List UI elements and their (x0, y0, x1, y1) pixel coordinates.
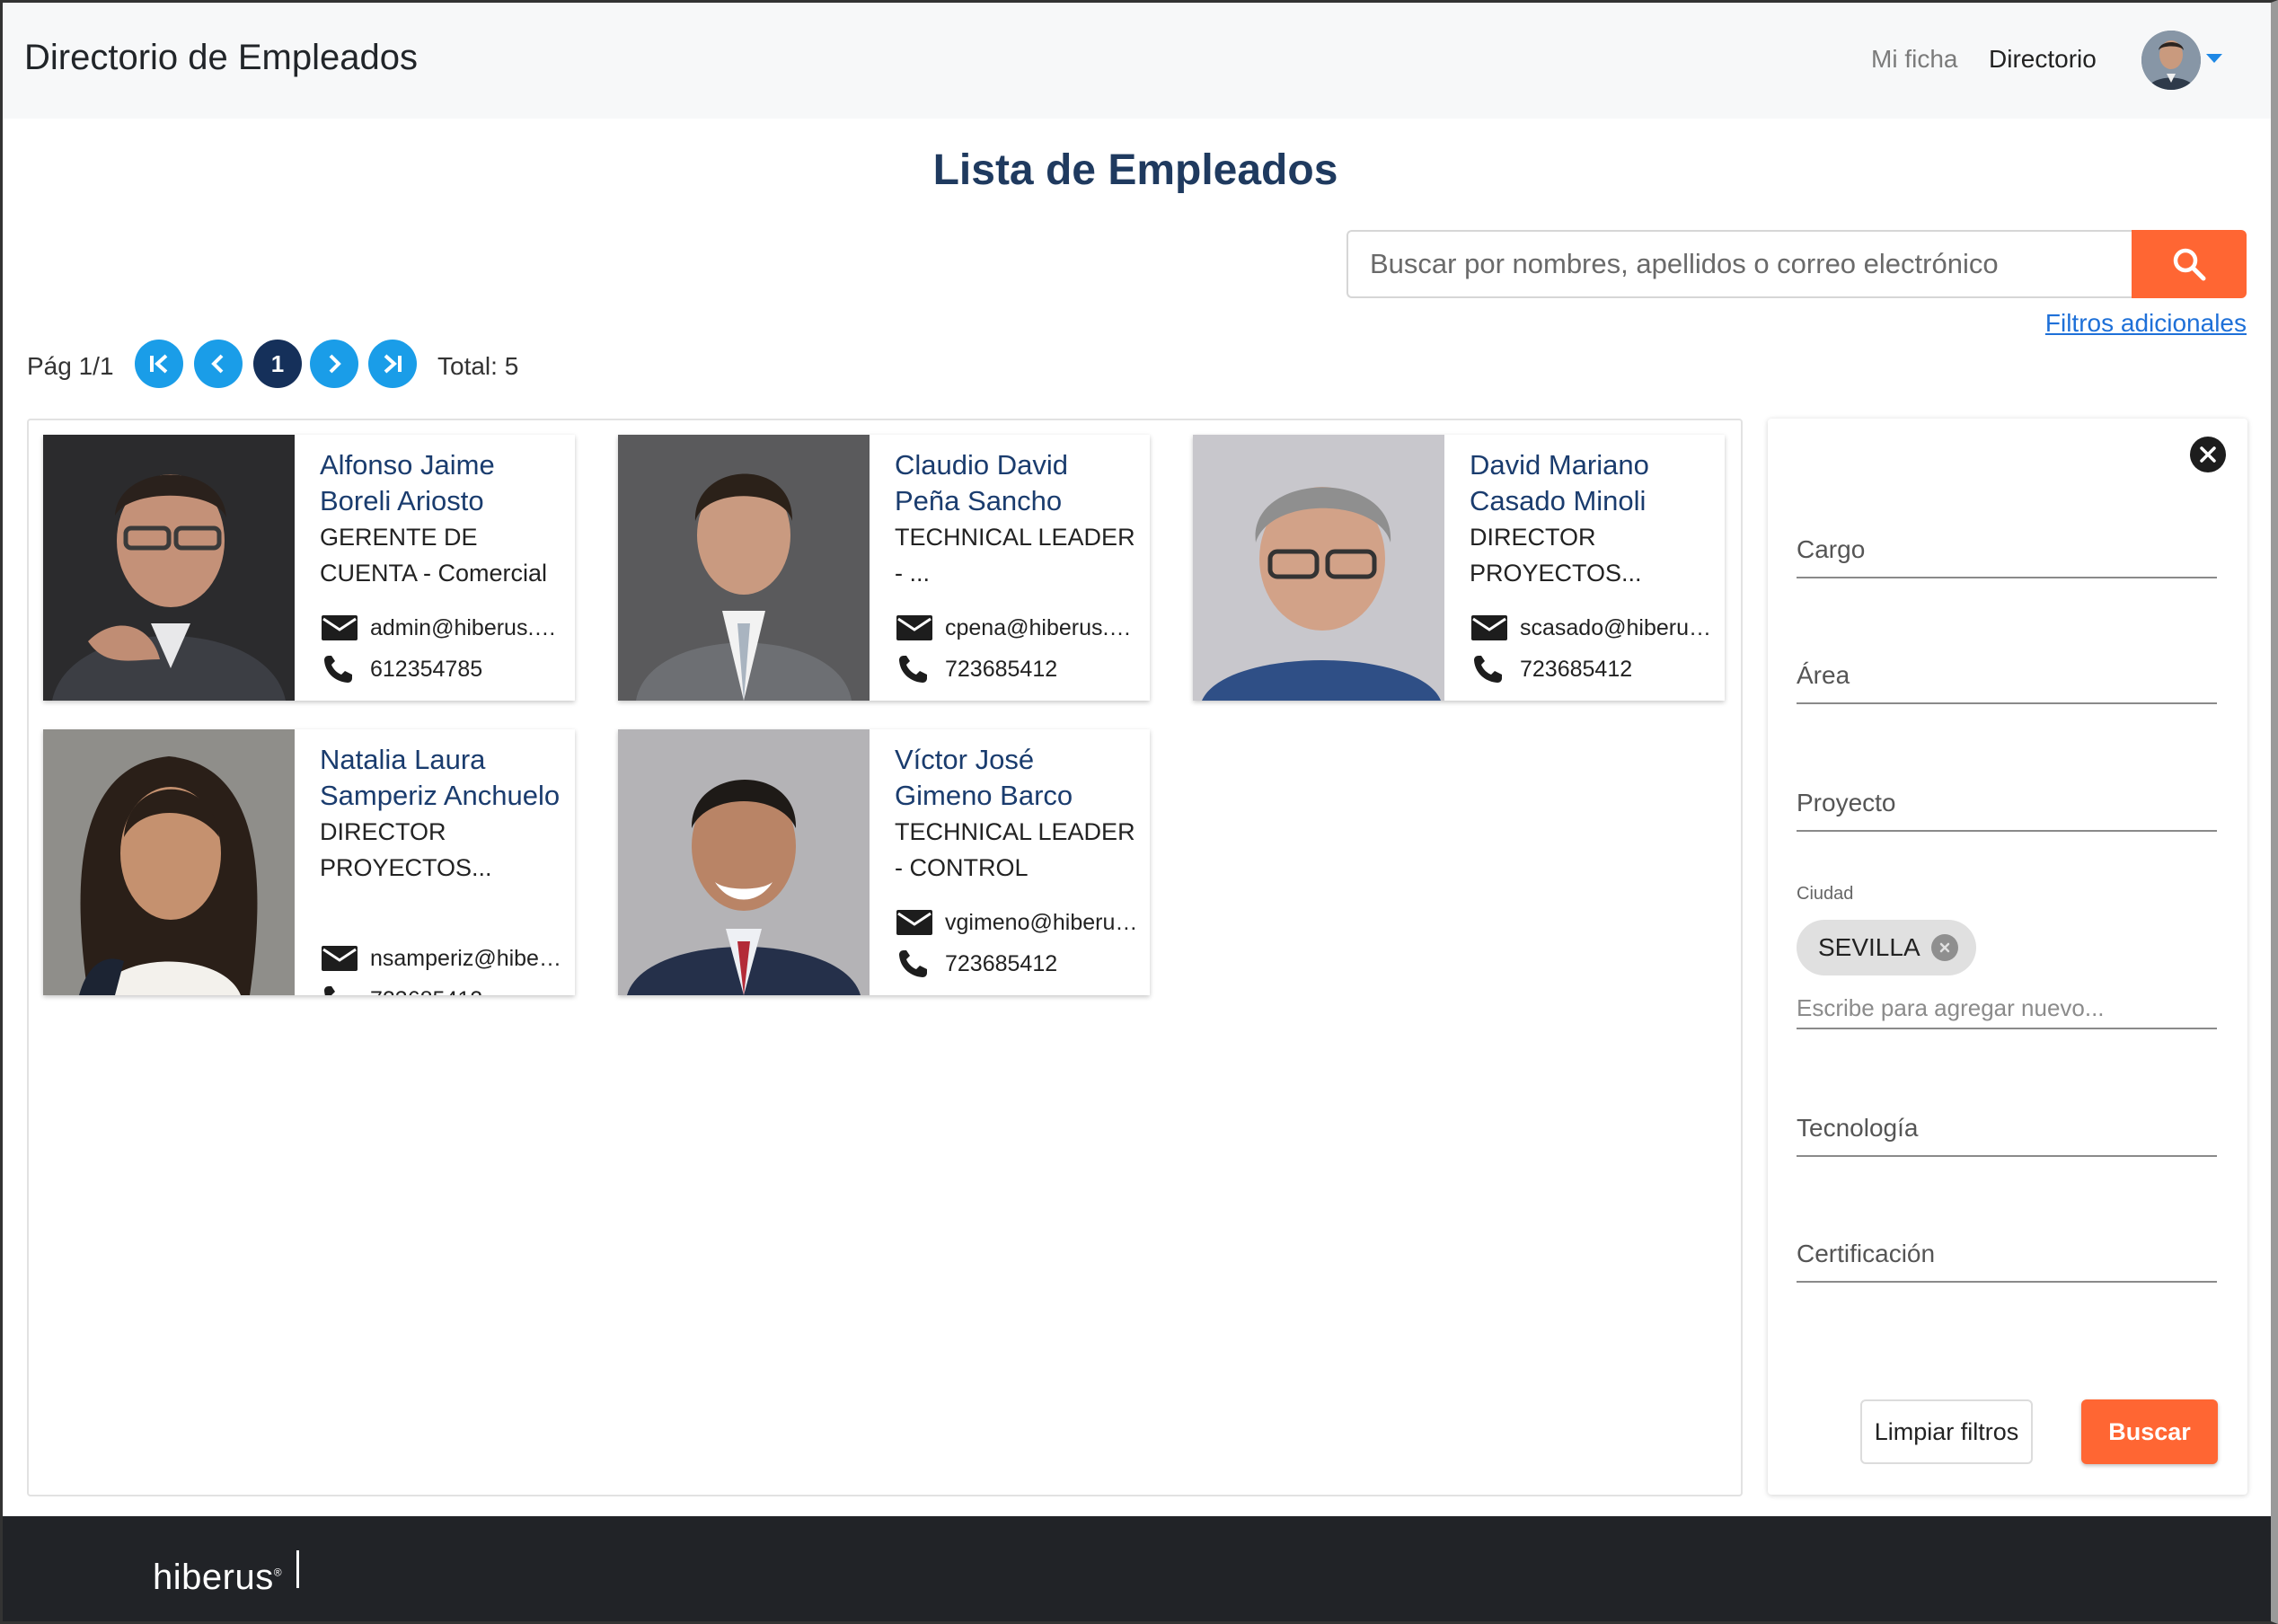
filter-tecnologia[interactable]: Tecnología (1797, 1114, 2217, 1157)
employee-email[interactable]: vgimeno@hiberus.com (945, 910, 1139, 936)
filter-certificacion[interactable]: Certificación (1797, 1240, 2217, 1283)
mail-icon (895, 906, 934, 939)
chip-remove-icon[interactable] (1931, 934, 1958, 961)
employee-results-panel: Alfonso Jaime Boreli Ariosto GERENTE DE … (27, 419, 1743, 1496)
prev-page-button[interactable] (194, 340, 243, 388)
footer-logo: hiberus® (153, 1558, 283, 1597)
first-page-icon (150, 354, 168, 374)
phone-icon (895, 653, 934, 685)
employee-phone[interactable]: 723685412 (370, 987, 482, 996)
close-filters-button[interactable] (2190, 437, 2226, 472)
chevron-down-icon[interactable] (2206, 54, 2222, 63)
ciudad-chip-label: SEVILLA (1818, 933, 1920, 961)
nav-directory[interactable]: Directorio (1989, 45, 2097, 74)
page-title: Lista de Empleados (932, 146, 1338, 194)
employee-email[interactable]: nsamperiz@hiberus.com (370, 946, 564, 972)
apply-filters-button[interactable]: Buscar (2081, 1399, 2218, 1464)
employee-card[interactable]: Víctor José Gimeno Barco TECHNICAL LEADE… (618, 729, 1150, 995)
employee-name[interactable]: David Mariano Casado Minoli (1470, 447, 1714, 519)
employee-photo (43, 729, 295, 995)
employee-phone[interactable]: 723685412 (945, 657, 1057, 683)
phone-icon (320, 653, 359, 685)
employee-email[interactable]: admin@hiberus.com (370, 615, 564, 641)
results-total: Total: 5 (437, 352, 519, 380)
page-number-button[interactable]: 1 (253, 340, 302, 388)
phone-icon (895, 948, 934, 980)
employee-card[interactable]: Claudio David Peña Sancho TECHNICAL LEAD… (618, 435, 1150, 701)
phone-icon (320, 984, 359, 995)
next-page-icon (329, 354, 341, 374)
employee-role: TECHNICAL LEADER - ... (895, 524, 1135, 587)
clear-filters-button[interactable]: Limpiar filtros (1860, 1399, 2033, 1464)
employee-card[interactable]: David Mariano Casado Minoli DIRECTOR PRO… (1193, 435, 1725, 701)
mail-icon (320, 942, 359, 975)
employee-email-row[interactable]: cpena@hiberus.com (895, 607, 1139, 649)
employee-role: GERENTE DE CUENTA - Comercial (320, 524, 548, 587)
first-page-button[interactable] (135, 340, 183, 388)
search-input[interactable] (1346, 230, 2132, 298)
employee-email-row[interactable]: nsamperiz@hiberus.com (320, 938, 564, 979)
filter-cargo[interactable]: Cargo (1797, 535, 2217, 578)
next-page-button[interactable] (310, 340, 358, 388)
employee-photo (43, 435, 295, 701)
employee-name[interactable]: Víctor José Gimeno Barco (895, 742, 1139, 814)
employee-name[interactable]: Natalia Laura Samperiz Anchuelo (320, 742, 564, 814)
prev-page-icon (211, 354, 224, 374)
avatar[interactable] (2141, 31, 2201, 90)
employee-email[interactable]: scasado@hiberus.com (1520, 615, 1714, 641)
filter-proyecto[interactable]: Proyecto (1797, 789, 2217, 832)
employee-phone-row[interactable]: 612354785 (320, 649, 564, 690)
ciudad-chip[interactable]: SEVILLA (1797, 920, 1976, 975)
mail-icon (320, 612, 359, 644)
employee-phone-row[interactable]: 723685412 (895, 943, 1139, 984)
nav-my-profile[interactable]: Mi ficha (1871, 45, 1957, 74)
search-button[interactable] (2132, 230, 2247, 298)
last-page-button[interactable] (368, 340, 417, 388)
top-navbar: Directorio de Empleados Mi ficha Directo… (0, 0, 2271, 119)
employee-photo (618, 435, 870, 701)
employee-phone[interactable]: 723685412 (1520, 657, 1632, 683)
employee-phone[interactable]: 612354785 (370, 657, 482, 683)
employee-name[interactable]: Alfonso Jaime Boreli Ariosto (320, 447, 564, 519)
employee-role: TECHNICAL LEADER - CONTROL (895, 818, 1135, 881)
employee-photo (618, 729, 870, 995)
page-indicator: Pág 1/1 (27, 352, 114, 380)
last-page-icon (384, 354, 402, 374)
employee-card[interactable]: Alfonso Jaime Boreli Ariosto GERENTE DE … (43, 435, 575, 701)
employee-email-row[interactable]: vgimeno@hiberus.com (895, 902, 1139, 943)
footer-divider (296, 1550, 299, 1588)
mail-icon (895, 612, 934, 644)
ciudad-input[interactable] (1797, 988, 2217, 1029)
employee-phone-row[interactable]: 723685412 (1470, 649, 1714, 690)
employee-card[interactable]: Natalia Laura Samperiz Anchuelo DIRECTOR… (43, 729, 575, 995)
filter-area[interactable]: Área (1797, 661, 2217, 704)
app-title[interactable]: Directorio de Empleados (24, 38, 418, 78)
employee-email[interactable]: cpena@hiberus.com (945, 615, 1139, 641)
phone-icon (1470, 653, 1509, 685)
employee-phone[interactable]: 723685412 (945, 951, 1057, 977)
additional-filters-link[interactable]: Filtros adicionales (2045, 309, 2247, 338)
employee-email-row[interactable]: scasado@hiberus.com (1470, 607, 1714, 649)
employee-email-row[interactable]: admin@hiberus.com (320, 607, 564, 649)
employee-phone-row[interactable]: 723685412 (320, 979, 564, 995)
employee-phone-row[interactable]: 723685412 (895, 649, 1139, 690)
employee-role: DIRECTOR PROYECTOS... (320, 818, 492, 881)
employee-name[interactable]: Claudio David Peña Sancho (895, 447, 1139, 519)
close-icon (2200, 446, 2216, 463)
employee-photo (1193, 435, 1444, 701)
filter-ciudad-label: Ciudad (1797, 884, 1854, 904)
footer: hiberus® (0, 1516, 2271, 1624)
search-icon (2173, 248, 2206, 281)
employee-role: DIRECTOR PROYECTOS... (1470, 524, 1642, 587)
mail-icon (1470, 612, 1509, 644)
